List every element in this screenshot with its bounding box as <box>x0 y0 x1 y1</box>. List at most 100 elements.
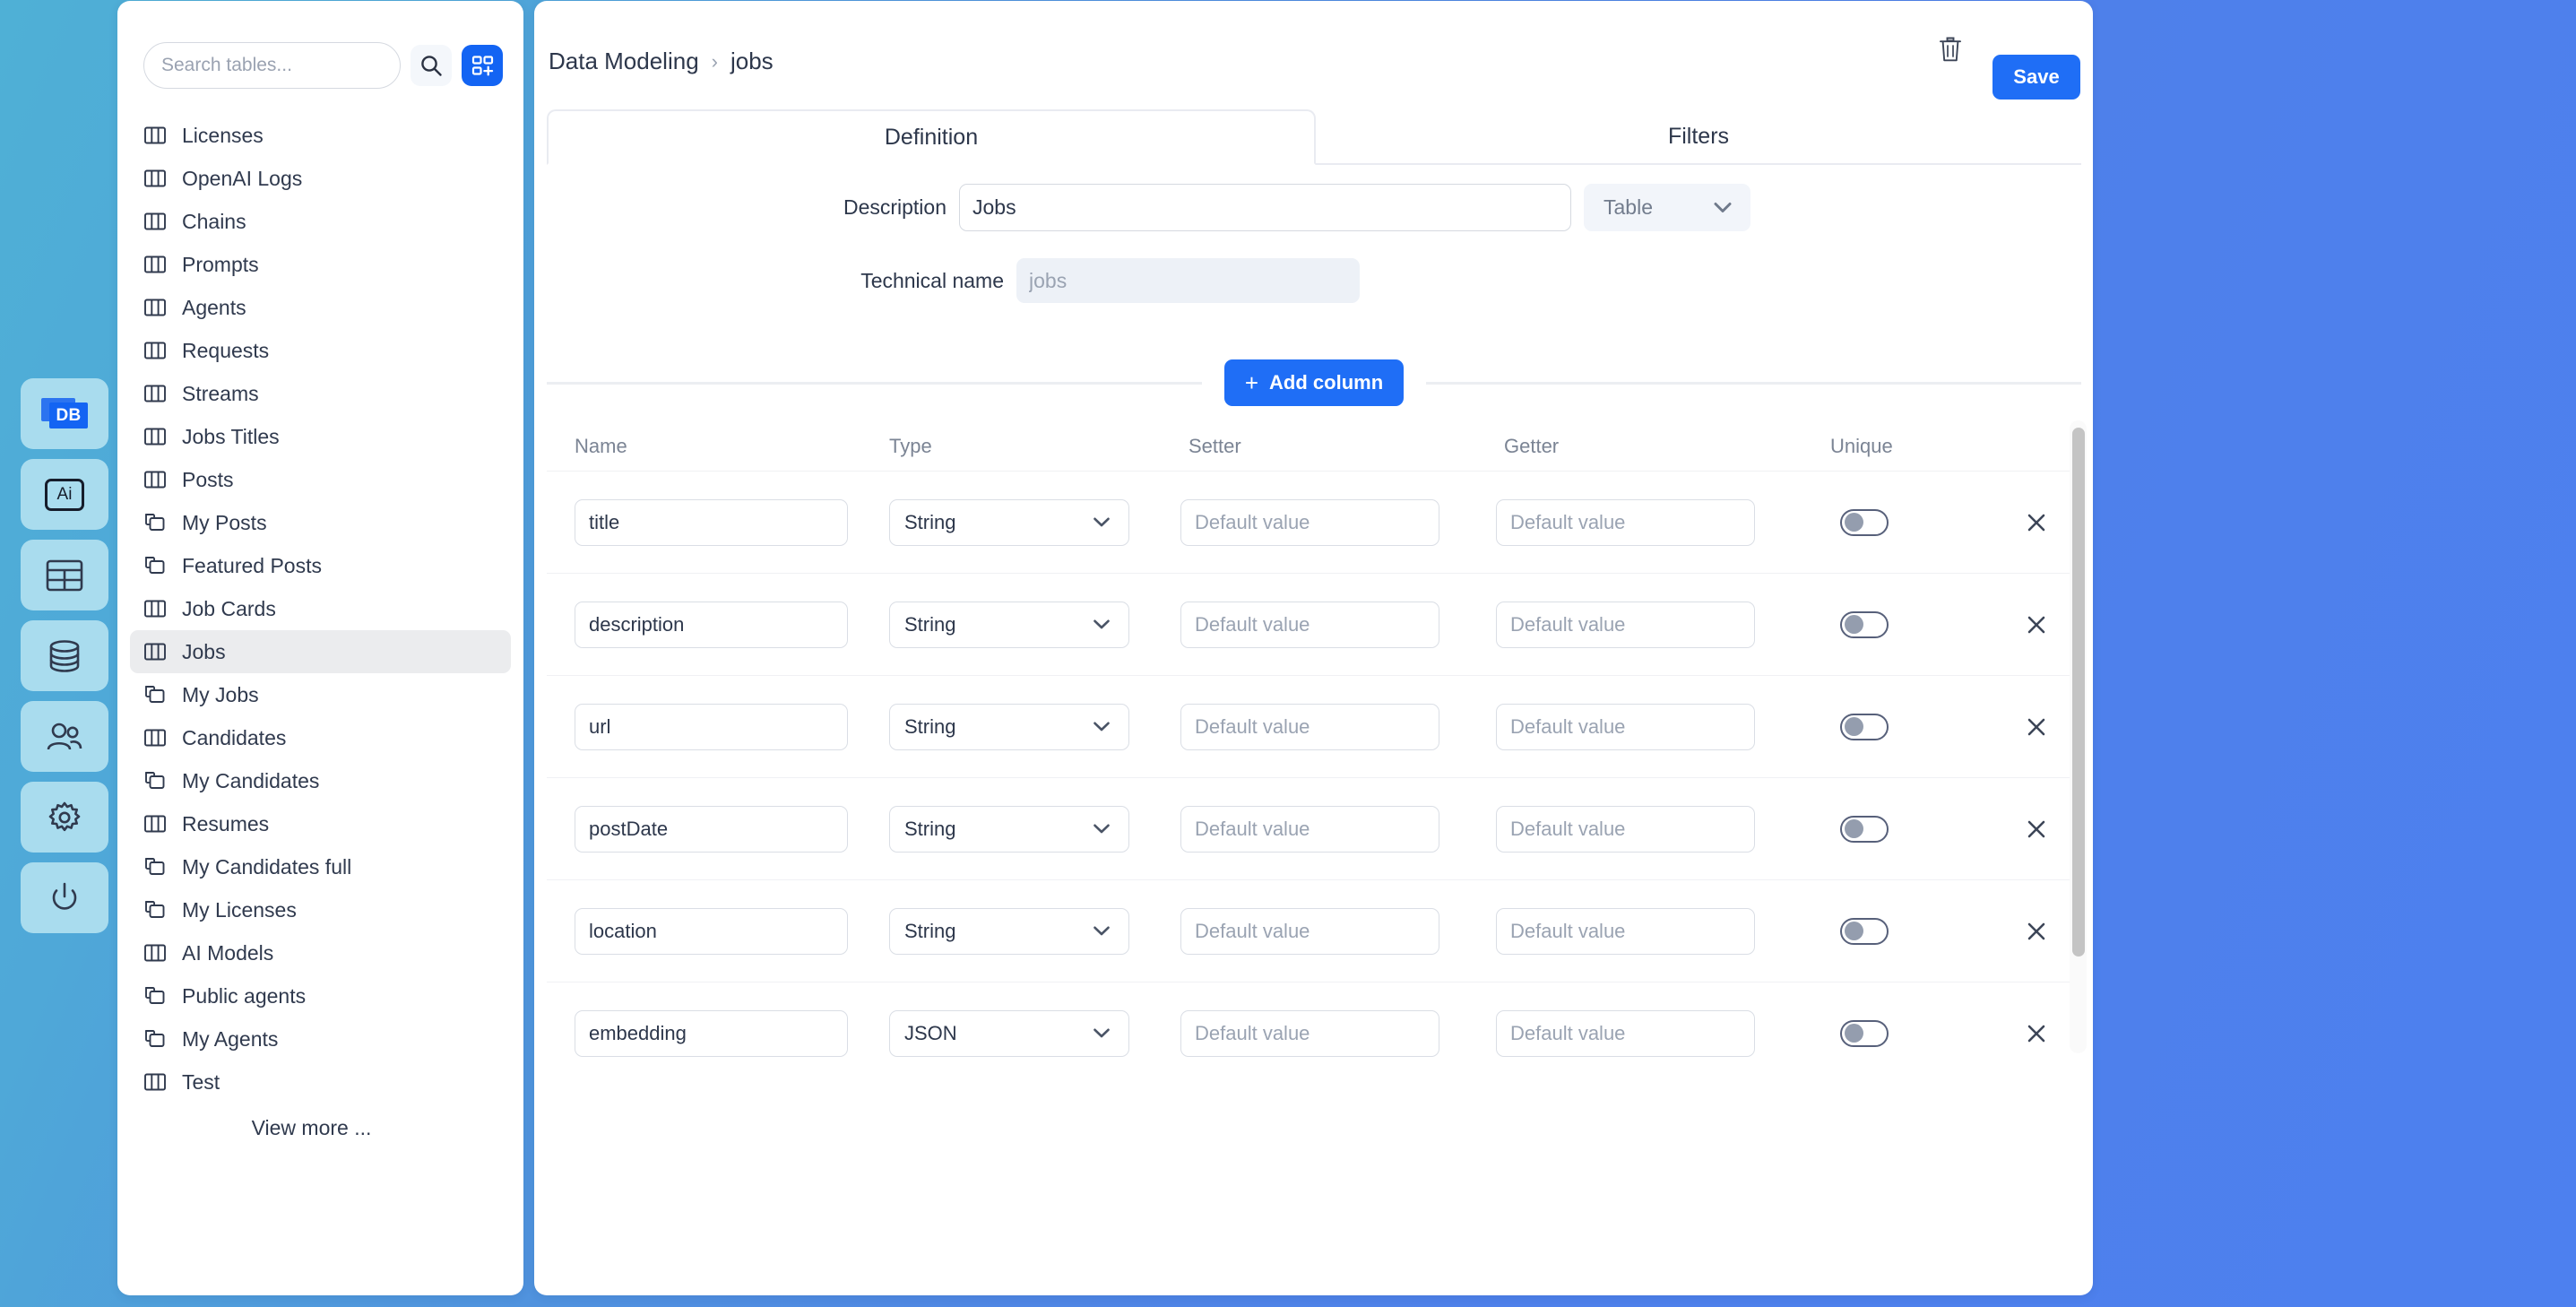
breadcrumb-root[interactable]: Data Modeling <box>549 48 699 75</box>
delete-column-button[interactable] <box>2020 609 2053 641</box>
sidebar-item-prompts[interactable]: Prompts <box>130 243 511 286</box>
delete-column-button[interactable] <box>2020 813 2053 845</box>
sidebar-item-posts[interactable]: Posts <box>130 458 511 501</box>
delete-column-button[interactable] <box>2020 506 2053 539</box>
column-name-input[interactable] <box>575 805 848 853</box>
sidebar-item-my-candidates-full[interactable]: My Candidates full <box>130 845 511 888</box>
unique-toggle[interactable] <box>1840 1019 1889 1047</box>
column-setter-input[interactable] <box>1180 498 1439 546</box>
save-button[interactable]: Save <box>1993 55 2080 100</box>
rail-item-db-logo[interactable]: DB <box>21 378 108 449</box>
column-row: String <box>547 879 2081 982</box>
description-row: Description Table <box>534 184 2093 231</box>
description-input[interactable] <box>959 184 1571 231</box>
add-table-button[interactable] <box>462 45 503 86</box>
chevron-down-icon <box>1094 619 1110 629</box>
rail-item-logout[interactable] <box>21 862 108 933</box>
sidebar-item-streams[interactable]: Streams <box>130 372 511 415</box>
rail-item-settings[interactable] <box>21 782 108 853</box>
delete-column-button[interactable] <box>2020 915 2053 948</box>
unique-toggle[interactable] <box>1840 713 1889 740</box>
column-getter-input[interactable] <box>1496 805 1755 853</box>
sidebar-item-test[interactable]: Test <box>130 1060 511 1104</box>
sidebar-item-ai-models[interactable]: AI Models <box>130 931 511 974</box>
sidebar-item-openai-logs[interactable]: OpenAI Logs <box>130 157 511 200</box>
tab-definition[interactable]: Definition <box>547 109 1316 165</box>
column-setter-input[interactable] <box>1180 703 1439 750</box>
column-setter-input[interactable] <box>1180 907 1439 955</box>
column-name-input[interactable] <box>575 498 848 546</box>
unique-toggle[interactable] <box>1840 815 1889 843</box>
delete-column-button[interactable] <box>2020 711 2053 743</box>
delete-table-button[interactable] <box>1932 31 1968 67</box>
sidebar-item-requests[interactable]: Requests <box>130 329 511 372</box>
unique-toggle[interactable] <box>1840 508 1889 536</box>
sidebar-item-my-posts[interactable]: My Posts <box>130 501 511 544</box>
column-getter-input[interactable] <box>1496 703 1755 750</box>
close-icon <box>2027 820 2045 837</box>
tab-filters[interactable]: Filters <box>1316 109 2081 163</box>
sidebar-item-my-agents[interactable]: My Agents <box>130 1017 511 1060</box>
sidebar-item-agents[interactable]: Agents <box>130 286 511 329</box>
sidebar-item-my-jobs[interactable]: My Jobs <box>130 673 511 716</box>
column-type-select[interactable]: String <box>889 601 1129 648</box>
column-setter-input[interactable] <box>1180 1009 1439 1057</box>
table-grid-icon <box>46 559 83 591</box>
chevron-down-icon <box>1094 722 1110 731</box>
sidebar-item-label: Resumes <box>182 811 270 835</box>
column-name-input[interactable] <box>575 907 848 955</box>
column-setter-input[interactable] <box>1180 601 1439 648</box>
view-more-link[interactable]: View more ... <box>117 1116 523 1140</box>
rail-item-ai[interactable]: Ai <box>21 459 108 530</box>
column-type-select[interactable]: String <box>889 703 1129 750</box>
column-type-cell: String <box>877 805 1180 853</box>
technical-name-row: Technical name <box>534 258 2093 303</box>
rail-item-tables[interactable] <box>21 540 108 610</box>
column-type-select[interactable]: JSON <box>889 1009 1129 1057</box>
column-type-select[interactable]: String <box>889 805 1129 853</box>
column-type-value: String <box>904 612 956 636</box>
table-columns-icon <box>144 169 166 187</box>
column-unique-cell <box>1812 815 1979 843</box>
table-columns-icon <box>144 385 166 402</box>
sidebar-item-job-cards[interactable]: Job Cards <box>130 587 511 630</box>
rail-item-users[interactable] <box>21 701 108 772</box>
column-type-select[interactable]: String <box>889 907 1129 955</box>
sidebar-item-featured-posts[interactable]: Featured Posts <box>130 544 511 587</box>
unique-toggle[interactable] <box>1840 610 1889 638</box>
add-column-button[interactable]: + Add column <box>1223 359 1405 406</box>
sidebar-item-label: OpenAI Logs <box>182 166 303 190</box>
columns-scrollbar-thumb[interactable] <box>2072 428 2085 956</box>
column-getter-input[interactable] <box>1496 498 1755 546</box>
column-type-value: String <box>904 817 956 840</box>
entity-type-select[interactable]: Table <box>1584 184 1750 231</box>
sidebar-item-resumes[interactable]: Resumes <box>130 802 511 845</box>
unique-toggle[interactable] <box>1840 917 1889 945</box>
sidebar-item-licenses[interactable]: Licenses <box>130 114 511 157</box>
columns-scrollbar[interactable] <box>2070 420 2087 1053</box>
sidebar-item-my-licenses[interactable]: My Licenses <box>130 888 511 931</box>
column-getter-input[interactable] <box>1496 907 1755 955</box>
sidebar-item-my-candidates[interactable]: My Candidates <box>130 759 511 802</box>
column-name-input[interactable] <box>575 601 848 648</box>
column-setter-input[interactable] <box>1180 805 1439 853</box>
delete-column-button[interactable] <box>2020 1017 2053 1050</box>
column-type-select[interactable]: String <box>889 498 1129 546</box>
sidebar-item-jobs[interactable]: Jobs <box>130 630 511 673</box>
sidebar-item-chains[interactable]: Chains <box>130 200 511 243</box>
rail-item-database[interactable] <box>21 620 108 691</box>
sidebar-item-jobs-titles[interactable]: Jobs Titles <box>130 415 511 458</box>
column-name-input[interactable] <box>575 703 848 750</box>
column-getter-input[interactable] <box>1496 1009 1755 1057</box>
search-button[interactable] <box>411 45 452 86</box>
column-getter-input[interactable] <box>1496 601 1755 648</box>
column-unique-cell <box>1812 917 1979 945</box>
technical-name-input[interactable] <box>1016 258 1360 303</box>
breadcrumb-separator-icon: › <box>711 49 718 73</box>
column-setter-cell <box>1180 805 1496 853</box>
search-input[interactable] <box>143 42 401 89</box>
column-name-input[interactable] <box>575 1009 848 1057</box>
column-setter-cell <box>1180 498 1496 546</box>
sidebar-item-candidates[interactable]: Candidates <box>130 716 511 759</box>
sidebar-item-public-agents[interactable]: Public agents <box>130 974 511 1017</box>
